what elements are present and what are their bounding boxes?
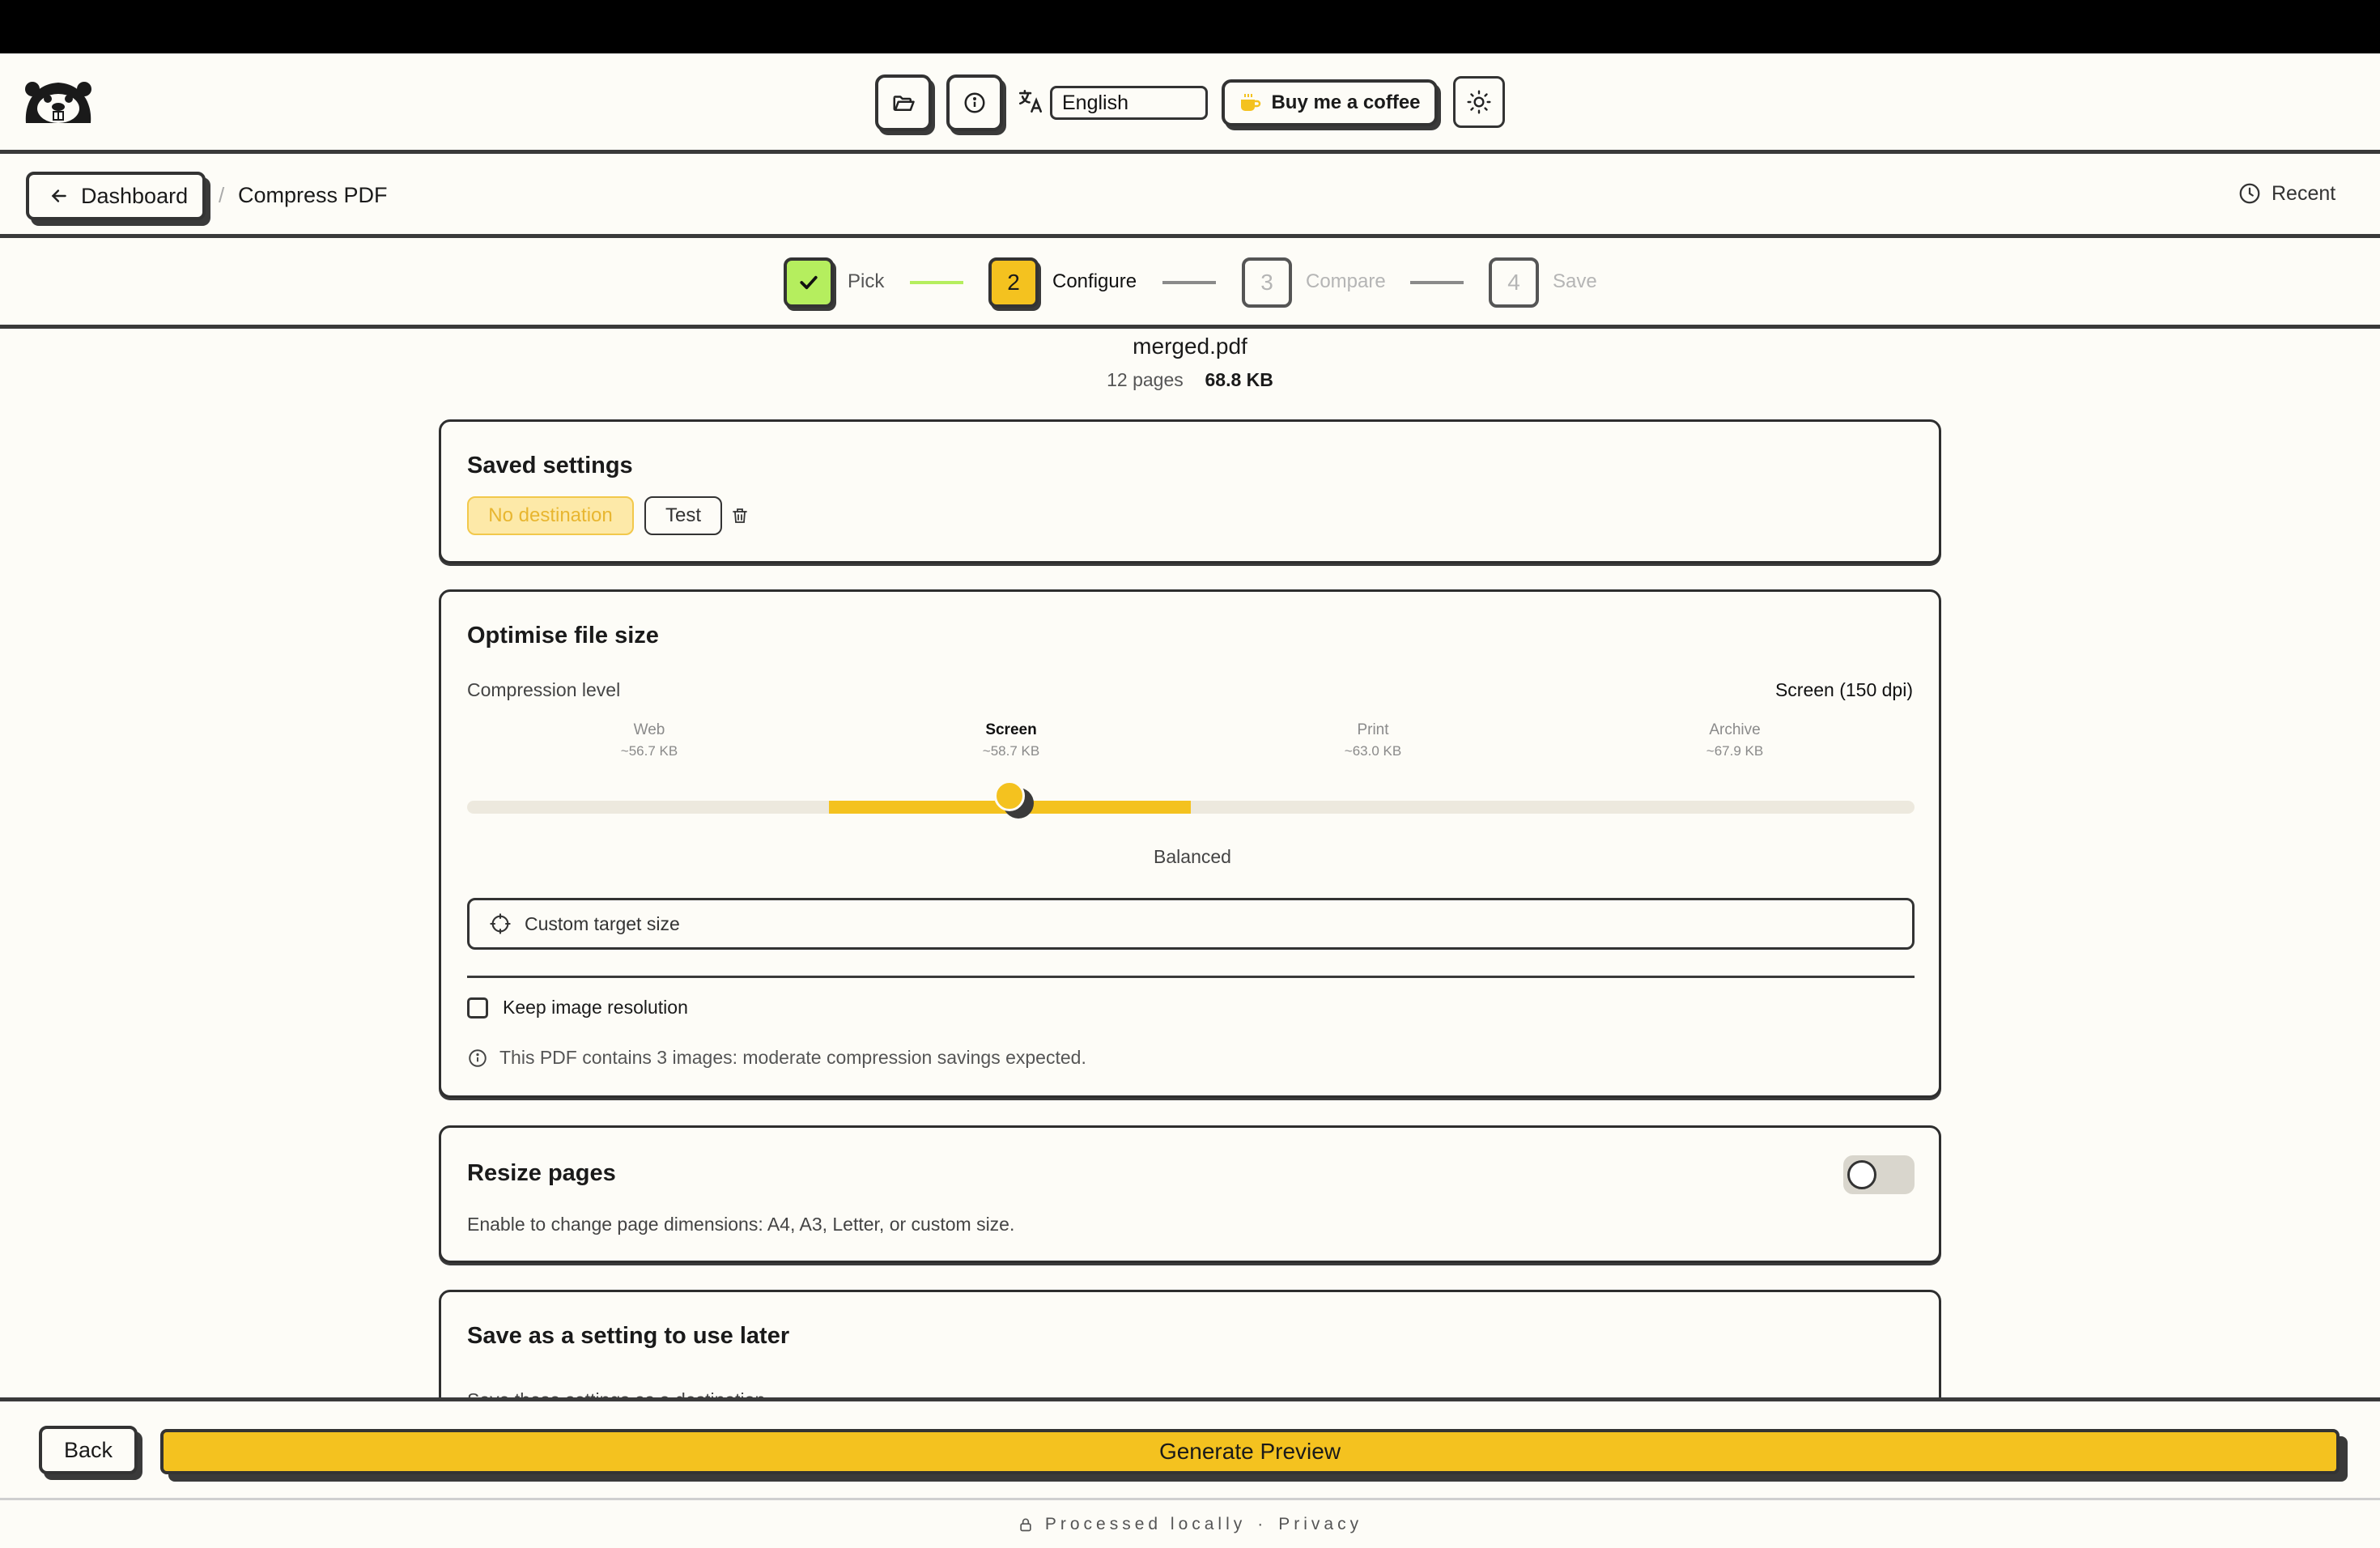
step-configure-number: 2 <box>1007 270 1020 295</box>
step-save-label: Save <box>1553 270 1597 292</box>
dashboard-back-button[interactable]: Dashboard <box>26 172 206 220</box>
saved-settings-title: Saved settings <box>467 453 633 478</box>
level-size: ~63.0 KB <box>1344 743 1402 759</box>
custom-target-size-label: Custom target size <box>525 912 680 934</box>
optimise-title: Optimise file size <box>467 623 659 649</box>
saved-setting-chip-no-destination[interactable]: No destination <box>467 496 634 535</box>
window-top-bar <box>0 0 2380 53</box>
info-icon <box>469 1048 487 1067</box>
language-select[interactable] <box>1050 86 1208 120</box>
folder-icon <box>893 96 915 111</box>
trash-icon[interactable] <box>730 506 751 527</box>
compression-slider-track[interactable] <box>467 801 1915 814</box>
level-print[interactable]: Print ~63.0 KB <box>1276 721 1470 759</box>
about-button[interactable] <box>946 74 1003 131</box>
bottom-action-bar: Back Generate Preview <box>0 1397 2380 1498</box>
privacy-link[interactable]: Privacy <box>1278 1515 1362 1534</box>
back-button[interactable]: Back <box>39 1426 138 1474</box>
level-name: Archive <box>1709 721 1761 738</box>
step-pick[interactable] <box>784 257 834 308</box>
info-icon <box>964 92 985 113</box>
compression-level-value: Screen (150 dpi) <box>1774 679 1913 700</box>
resize-pages-title: Resize pages <box>467 1160 616 1186</box>
back-button-label: Back <box>63 1437 113 1462</box>
level-size: ~67.9 KB <box>1706 743 1764 759</box>
level-name: Screen <box>985 721 1037 738</box>
translate-icon <box>1017 87 1044 115</box>
step-save: 4 <box>1489 257 1539 308</box>
optimise-card: Optimise file size Compression level Scr… <box>439 589 1941 1098</box>
compression-level-label: Compression level <box>467 679 621 700</box>
step-connector <box>910 281 963 284</box>
step-compare: 3 <box>1242 257 1292 308</box>
divider <box>467 976 1915 978</box>
image-info: This PDF contains 3 images: moderate com… <box>467 1047 1086 1069</box>
toggle-knob <box>1847 1160 1876 1189</box>
progress-stepper: Pick 2 Configure 3 Compare 4 Save <box>0 238 2380 329</box>
beaver-logo-icon[interactable] <box>21 76 96 128</box>
step-connector <box>1410 281 1464 284</box>
breadcrumb-separator: / <box>219 183 225 207</box>
check-icon <box>800 275 818 290</box>
recent-label: Recent <box>2272 181 2336 205</box>
processed-locally-text: Processed locally <box>1044 1514 1247 1533</box>
step-compare-label: Compare <box>1306 270 1386 292</box>
saved-setting-chip-test[interactable]: Test <box>644 496 722 535</box>
keep-resolution-label: Keep image resolution <box>503 997 688 1018</box>
level-size: ~56.7 KB <box>620 743 678 759</box>
compression-slider-thumb[interactable] <box>994 780 1025 811</box>
lock-icon <box>1020 1518 1031 1531</box>
footer: Processed locally · Privacy <box>0 1498 2380 1548</box>
app-header: Buy me a coffee <box>0 53 2380 154</box>
coffee-icon <box>1241 94 1261 111</box>
step-configure[interactable]: 2 <box>988 257 1039 308</box>
open-folder-button[interactable] <box>875 74 932 131</box>
breadcrumb-current: Compress PDF <box>238 183 388 207</box>
step-save-number: 4 <box>1507 270 1520 295</box>
image-info-text: This PDF contains 3 images: moderate com… <box>499 1047 1086 1068</box>
level-size: ~58.7 KB <box>982 743 1040 759</box>
resize-pages-card: Resize pages Enable to change page dimen… <box>439 1125 1941 1263</box>
saved-settings-card: Saved settings No destination Test <box>439 419 1941 563</box>
generate-preview-button[interactable]: Generate Preview <box>160 1429 2340 1474</box>
custom-target-size-button[interactable]: Custom target size <box>467 898 1915 950</box>
target-icon <box>490 913 511 934</box>
level-web[interactable]: Web ~56.7 KB <box>552 721 746 759</box>
file-name: merged.pdf <box>1133 334 1247 359</box>
file-pages: 12 pages <box>1107 369 1184 390</box>
sun-icon <box>1467 90 1491 114</box>
level-name: Web <box>633 721 665 738</box>
keep-resolution-checkbox[interactable] <box>467 997 488 1019</box>
resize-pages-toggle[interactable] <box>1843 1155 1915 1194</box>
breadcrumb: Dashboard / Compress PDF Recent <box>0 154 2380 238</box>
clock-icon <box>2239 183 2260 204</box>
slider-descriptor: Balanced <box>1154 846 1231 867</box>
step-compare-number: 3 <box>1260 270 1273 295</box>
recent-button[interactable]: Recent <box>2238 181 2335 206</box>
footer-separator: · <box>1257 1514 1268 1533</box>
step-pick-label: Pick <box>848 270 885 292</box>
arrow-left-icon <box>51 189 66 202</box>
level-name: Print <box>1357 721 1389 738</box>
level-archive[interactable]: Archive ~67.9 KB <box>1638 721 1832 759</box>
step-connector <box>1162 281 1216 284</box>
resize-pages-description: Enable to change page dimensions: A4, A3… <box>467 1214 1015 1235</box>
file-meta: 12 pages 68.8 KB <box>0 369 2380 391</box>
theme-toggle-button[interactable] <box>1453 76 1505 128</box>
keep-resolution-option[interactable]: Keep image resolution <box>467 997 688 1019</box>
generate-preview-label: Generate Preview <box>1158 1439 1341 1464</box>
dashboard-back-label: Dashboard <box>81 183 189 208</box>
file-size: 68.8 KB <box>1205 369 1273 390</box>
save-setting-title: Save as a setting to use later <box>467 1323 790 1349</box>
buy-coffee-button[interactable]: Buy me a coffee <box>1222 79 1438 126</box>
step-configure-label: Configure <box>1052 270 1137 292</box>
level-screen[interactable]: Screen ~58.7 KB <box>914 721 1108 759</box>
buy-coffee-label: Buy me a coffee <box>1271 91 1421 113</box>
